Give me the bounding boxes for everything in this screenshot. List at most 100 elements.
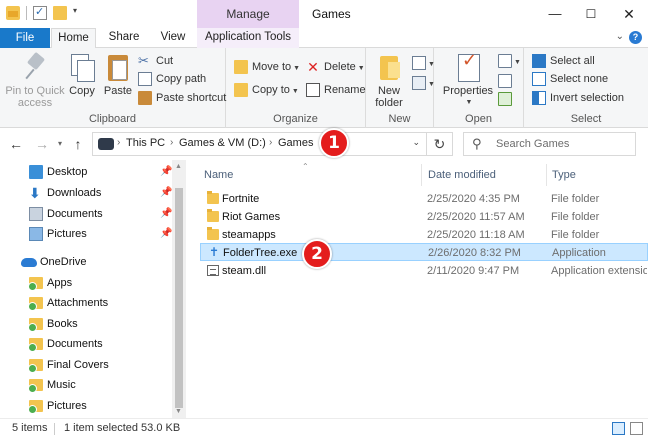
nav-item-label: Documents xyxy=(47,208,103,220)
customize-qat-chevron-icon[interactable]: ▾ xyxy=(73,6,87,20)
forward-arrow-icon[interactable]: → xyxy=(32,134,52,154)
pin-icon[interactable]: 📌 xyxy=(160,183,172,203)
drive-icon xyxy=(98,138,114,150)
details-view-icon[interactable] xyxy=(612,422,625,435)
file-row-foldertree-exe[interactable]: ✝ FolderTree.exe 2/26/2020 8:32 PM Appli… xyxy=(200,243,648,261)
open-button[interactable]: ▼ xyxy=(498,52,521,70)
folder-synced-icon xyxy=(28,338,43,352)
delete-button[interactable]: ✕ Delete ▼ xyxy=(306,58,365,76)
nav-item-onedrive[interactable]: OneDrive xyxy=(0,252,172,272)
history-icon xyxy=(498,92,512,106)
edit-button[interactable] xyxy=(498,72,512,90)
pin-icon[interactable]: 📌 xyxy=(160,224,172,244)
new-item-icon xyxy=(412,56,426,70)
file-row-fortnite[interactable]: Fortnite 2/25/2020 4:35 PM File folder xyxy=(200,190,648,208)
paste-icon xyxy=(103,52,133,82)
invert-selection-button[interactable]: Invert selection xyxy=(532,89,624,107)
ribbon: Pin to Quick access Copy Paste ✂ Cut Cop… xyxy=(0,48,648,128)
large-icons-view-icon[interactable] xyxy=(630,422,643,435)
folder-icon xyxy=(207,227,219,240)
address-history-chevron-icon[interactable]: ⌄ xyxy=(412,137,420,148)
pin-icon[interactable]: 📌 xyxy=(160,162,172,182)
nav-item-onedrive-books[interactable]: Books xyxy=(0,314,172,334)
cut-label: Cut xyxy=(156,55,174,67)
cut-button[interactable]: ✂ Cut xyxy=(138,52,173,70)
nav-item-onedrive-documents[interactable]: Documents xyxy=(0,334,172,354)
help-icon[interactable]: ? xyxy=(629,31,642,44)
column-header-name[interactable]: ⌃ Name xyxy=(192,162,422,186)
file-row-steamapps[interactable]: steamapps 2/25/2020 11:18 AM File folder xyxy=(200,226,648,244)
back-arrow-icon[interactable]: ← xyxy=(6,134,26,154)
nav-item-downloads[interactable]: ⬇ Downloads 📌 xyxy=(0,183,172,203)
address-bar[interactable]: › This PC › Games & VM (D:) › Games ⌄ xyxy=(92,132,427,156)
nav-item-onedrive-apps[interactable]: Apps xyxy=(0,273,172,293)
file-name: steamapps xyxy=(222,229,276,241)
close-button[interactable]: ✕ xyxy=(606,0,648,28)
status-bar: 5 items 1 item selected 53.0 KB xyxy=(0,418,648,438)
scroll-up-arrow-icon[interactable]: ▲ xyxy=(175,163,182,170)
nav-item-desktop[interactable]: Desktop 📌 xyxy=(0,162,172,182)
new-folder-button[interactable]: New folder xyxy=(370,52,408,109)
paste-button[interactable]: Paste xyxy=(102,52,134,97)
tab-view[interactable]: View xyxy=(153,28,193,48)
copy-to-button[interactable]: Copy to ▼ xyxy=(234,81,299,99)
column-header-type[interactable]: Type xyxy=(547,164,648,186)
nav-item-documents[interactable]: Documents 📌 xyxy=(0,204,172,224)
collapse-ribbon-chevron-icon[interactable]: ⌄ xyxy=(616,31,624,42)
breadcrumb-this-pc[interactable]: This PC xyxy=(126,137,165,149)
window-title: Games xyxy=(312,7,351,21)
nav-item-onedrive-attachments[interactable]: Attachments xyxy=(0,293,172,313)
new-item-button[interactable]: ▼ xyxy=(412,54,435,72)
pin-icon[interactable]: 📌 xyxy=(160,204,172,224)
clipboard-group-label: Clipboard xyxy=(88,113,137,125)
column-header-date[interactable]: Date modified xyxy=(422,164,547,186)
refresh-icon[interactable]: ↻ xyxy=(427,132,453,156)
breadcrumb-drive[interactable]: Games & VM (D:) xyxy=(179,137,266,149)
delete-label: Delete xyxy=(324,61,356,73)
column-header-label: Name xyxy=(204,169,234,181)
search-input[interactable] xyxy=(496,136,631,152)
file-row-steam-dll[interactable]: steam.dll 2/11/2020 9:47 PM Application … xyxy=(200,262,648,280)
delete-x-icon: ✕ xyxy=(307,59,319,75)
nav-item-onedrive-music[interactable]: Music xyxy=(0,375,172,395)
exe-icon: ✝ xyxy=(208,245,220,259)
paste-label: Paste xyxy=(103,85,133,97)
tab-home[interactable]: Home xyxy=(51,28,96,49)
file-row-riot-games[interactable]: Riot Games 2/25/2020 11:57 AM File folde… xyxy=(200,208,648,226)
history-button[interactable] xyxy=(498,90,512,108)
new-folder-qat-icon[interactable] xyxy=(53,6,67,20)
tab-file[interactable]: File xyxy=(0,28,50,48)
properties-button[interactable]: Properties ▼ xyxy=(440,52,496,109)
nav-item-pictures[interactable]: Pictures 📌 xyxy=(0,224,172,244)
scrollbar-thumb[interactable] xyxy=(175,188,183,408)
recent-locations-chevron-icon[interactable]: ▾ xyxy=(54,134,66,154)
nav-item-onedrive-pictures[interactable]: Pictures xyxy=(0,396,172,416)
tab-application-tools[interactable]: Application Tools xyxy=(197,28,299,48)
paste-shortcut-button[interactable]: Paste shortcut xyxy=(138,89,226,107)
properties-qat-icon[interactable] xyxy=(33,5,47,20)
pin-to-quick-access-button[interactable]: Pin to Quick access xyxy=(4,52,66,109)
search-box[interactable]: ⚲ xyxy=(463,132,636,156)
scroll-down-arrow-icon[interactable]: ▼ xyxy=(175,408,182,415)
easy-access-button[interactable]: ▼ xyxy=(412,74,435,92)
explorer-icon[interactable] xyxy=(6,6,20,20)
copy-path-button[interactable]: Copy path xyxy=(138,70,206,88)
folder-synced-icon xyxy=(28,277,43,291)
paste-shortcut-icon xyxy=(138,91,152,105)
copy-button[interactable]: Copy xyxy=(66,52,98,97)
nav-pane-scrollbar[interactable]: ▲ ▼ xyxy=(172,160,186,418)
manage-context-tab[interactable]: Manage xyxy=(197,0,299,28)
file-date: 2/25/2020 11:18 AM xyxy=(427,229,525,241)
nav-item-onedrive-final-covers[interactable]: Final Covers xyxy=(0,355,172,375)
properties-label: Properties xyxy=(442,85,494,97)
breadcrumb-games[interactable]: Games xyxy=(278,137,313,149)
tab-share[interactable]: Share xyxy=(104,28,144,48)
pin-icon xyxy=(20,52,50,82)
file-type: File folder xyxy=(551,211,600,223)
select-all-button[interactable]: Select all xyxy=(532,52,595,70)
rename-button[interactable]: Rename xyxy=(306,81,366,99)
up-arrow-icon[interactable]: ↑ xyxy=(68,134,88,154)
move-to-button[interactable]: Move to ▼ xyxy=(234,58,300,76)
documents-icon xyxy=(29,207,43,221)
select-none-button[interactable]: Select none xyxy=(532,70,608,88)
